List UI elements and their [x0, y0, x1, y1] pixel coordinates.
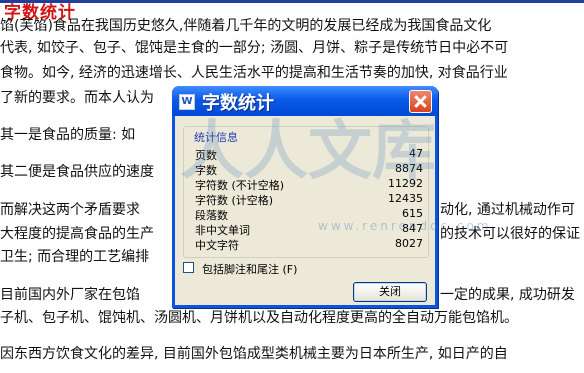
- document-top-band: [0, 0, 584, 3]
- stat-row-chars-with-spaces: 字符数 (计空格) 12435: [195, 192, 423, 207]
- include-footnotes-label[interactable]: 包括脚注和尾注 (F): [202, 261, 297, 277]
- doc-fragment-1: 动化, 通过机械动作可: [440, 202, 575, 218]
- stat-label: 字符数 (计空格): [195, 194, 274, 207]
- doc-line-7: 而解决这两个矛盾要求: [0, 202, 140, 218]
- doc-line-9: 卫生; 而合理的工艺编排: [0, 249, 150, 265]
- stat-label: 段落数: [195, 209, 228, 222]
- stat-label: 非中文单词: [195, 224, 250, 237]
- doc-line-11: 子机、包子机、馄饨机、汤圆机、月饼机以及自动化程度更高的全自动万能包馅机。: [0, 310, 518, 326]
- doc-fragment-3: 一定的成果, 成功研发: [440, 287, 575, 303]
- doc-line-2: 代表, 如饺子、包子、馄饨是主食的一部分; 汤圆、月饼、粽子是传统节日中必不可: [0, 40, 509, 56]
- doc-line-4: 了新的要求。而本人认为: [0, 90, 154, 106]
- stat-value: 12435: [388, 192, 423, 205]
- watermark-url: www.renrendoc.com: [318, 219, 492, 233]
- watermark-char-1: 人人文库: [180, 115, 436, 189]
- doc-line-10: 目前国内外厂家在包馅: [0, 287, 140, 303]
- close-button[interactable]: 关闭: [353, 282, 427, 302]
- stat-label: 中文字符: [195, 239, 239, 252]
- stat-row-chinese-chars: 中文字符 8027: [195, 237, 423, 252]
- stat-value: 8027: [395, 237, 423, 250]
- doc-line-8: 大程度的提高食品的生产: [0, 226, 154, 242]
- doc-line-5: 其一是食品的质量: 如: [0, 127, 136, 143]
- doc-line-1: 馅(芙馅)食品在我国历史悠久,伴随着几千年的文明的发展已经成为我国食品文化: [0, 18, 492, 34]
- doc-line-3: 食物。如今, 经济的迅速增长、人民生活水平的提高和生活节奏的加快, 对食品行业: [0, 65, 508, 81]
- doc-line-12: 因东西方饮食文化的差异, 目前国外包馅成型类机械主要为日本所生产, 如日产的自: [0, 346, 508, 362]
- doc-line-6: 其二便是食品供应的速度: [0, 164, 154, 180]
- include-footnotes-checkbox[interactable]: [183, 262, 194, 273]
